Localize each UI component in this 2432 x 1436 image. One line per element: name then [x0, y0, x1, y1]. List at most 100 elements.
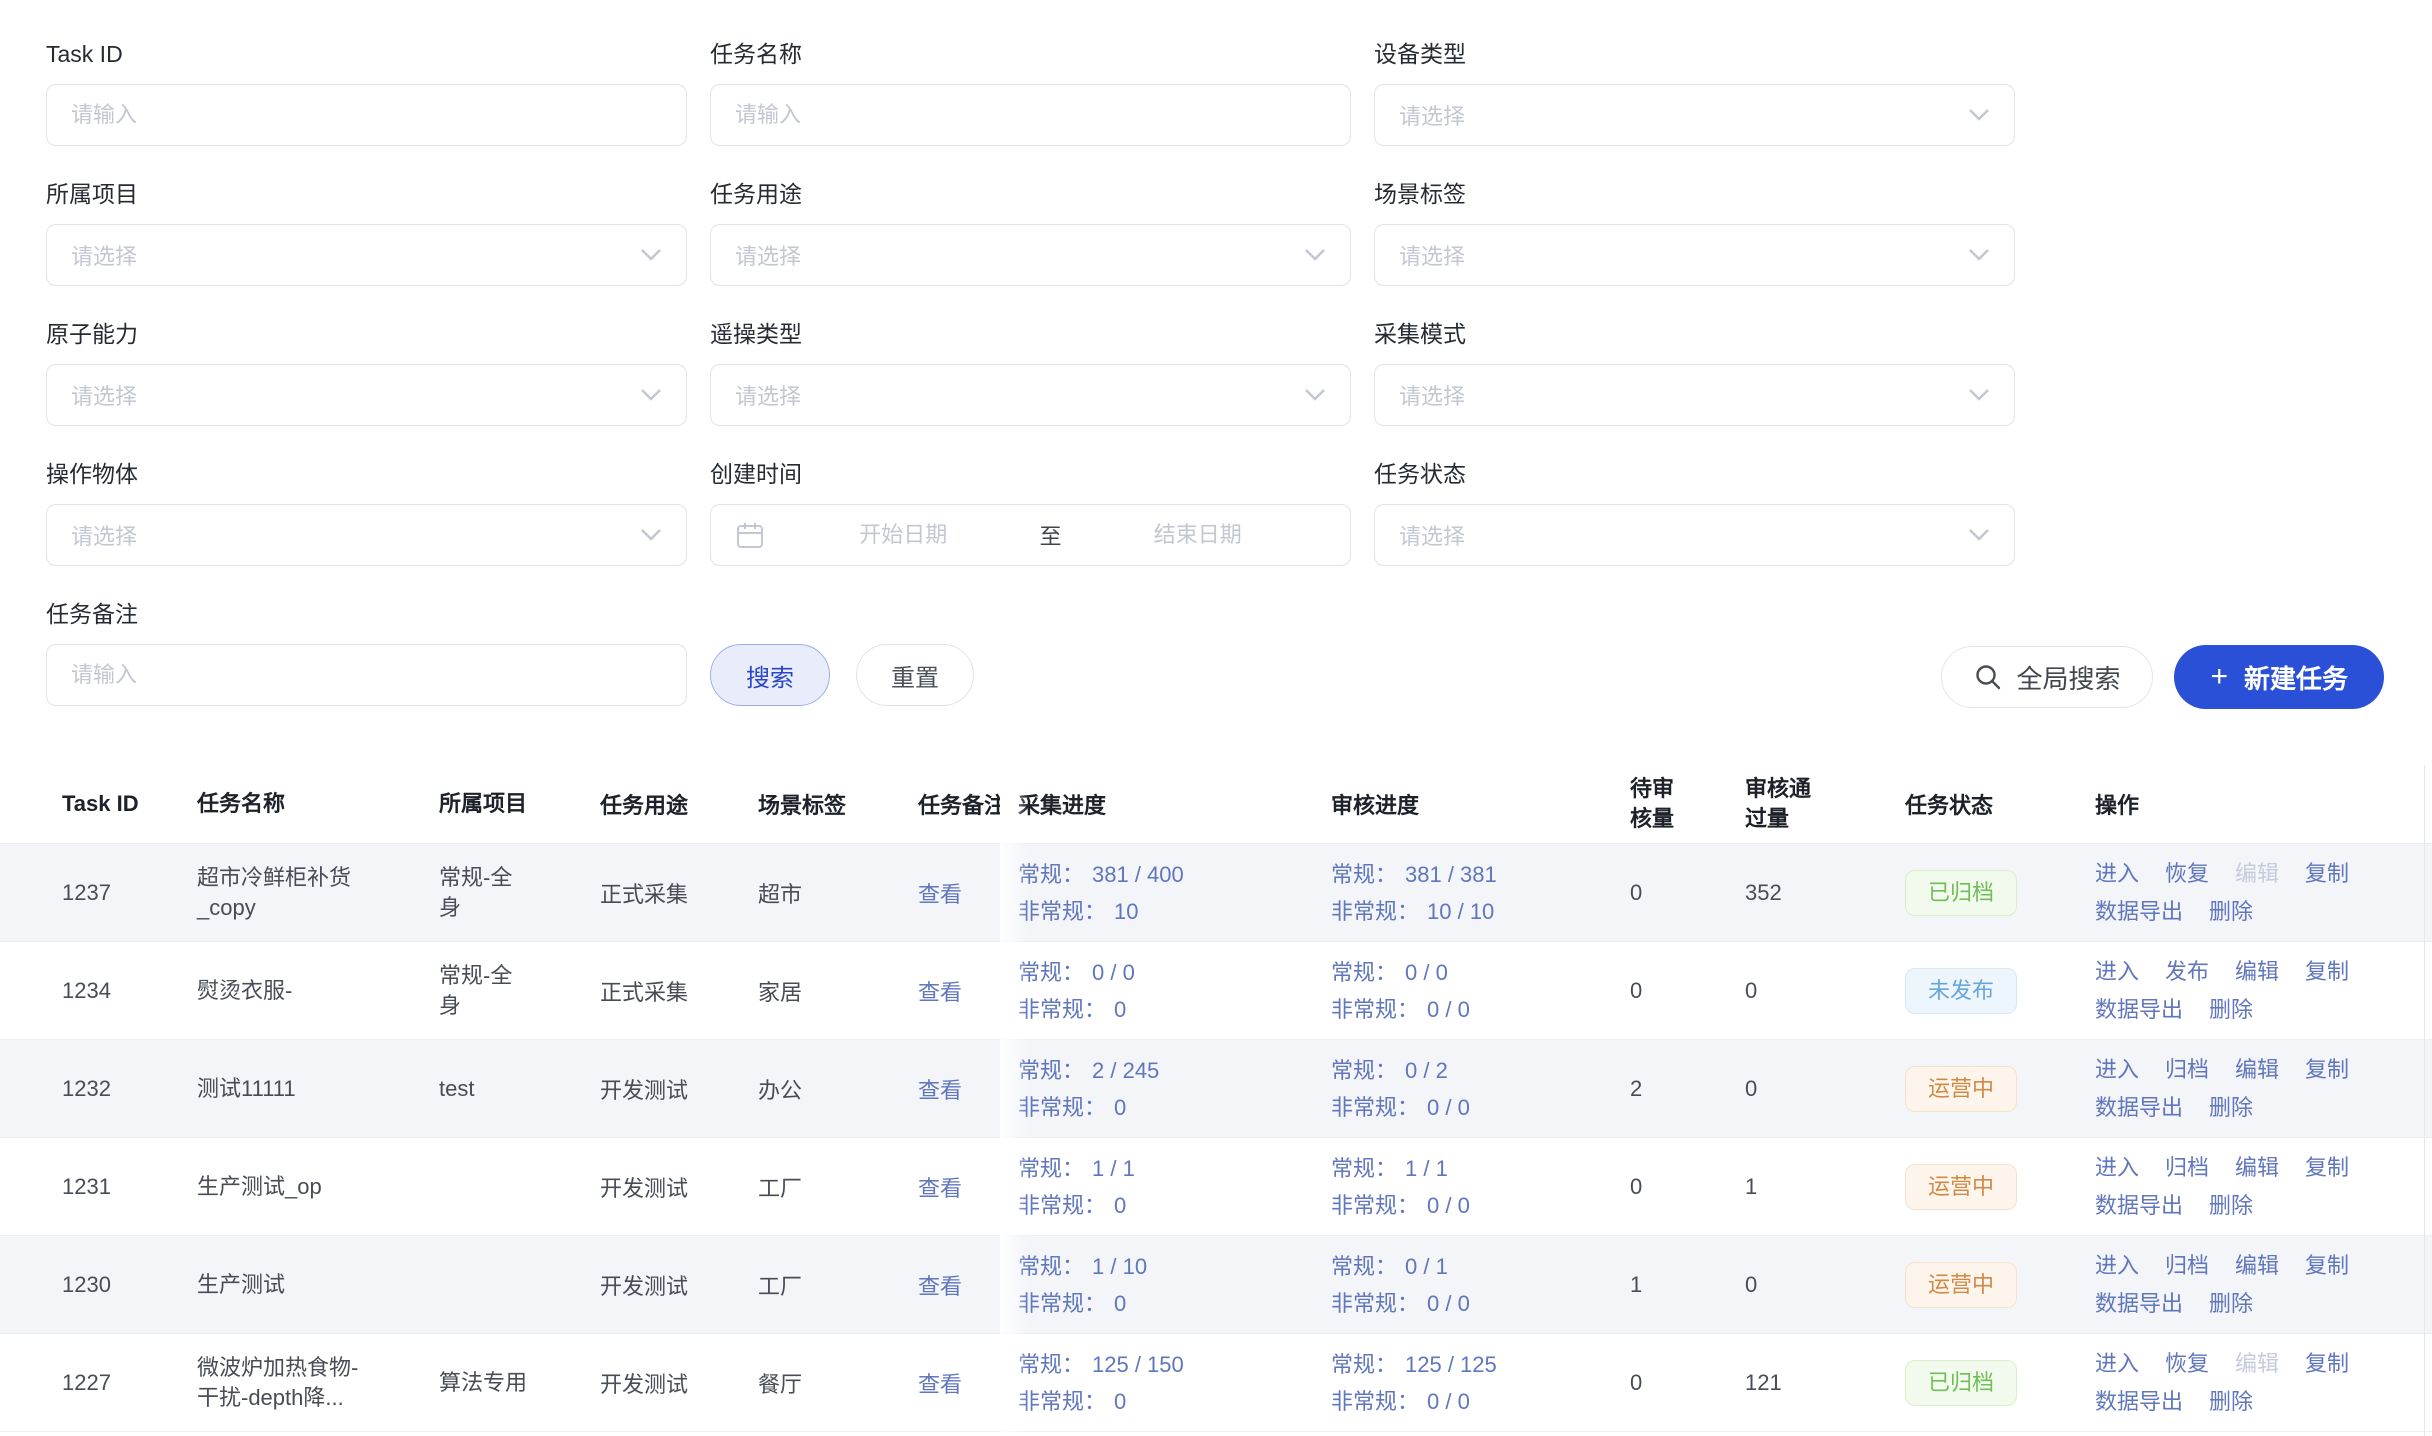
filter-label: 任务用途	[710, 180, 1351, 208]
restore-link[interactable]: 恢复	[2165, 861, 2209, 886]
enter-link[interactable]: 进入	[2095, 1057, 2139, 1082]
cell-pending: 0	[1630, 880, 1745, 906]
copy-link[interactable]: 复制	[2305, 861, 2349, 886]
irregular-label: 非常规：	[1331, 1193, 1419, 1218]
cell-approved: 0	[1745, 978, 1905, 1004]
view-remark-link[interactable]: 查看	[918, 1176, 962, 1201]
restore-link[interactable]: 恢复	[2165, 1351, 2209, 1376]
filter-collect-mode: 采集模式 请选择	[1374, 320, 2015, 426]
select-placeholder: 请选择	[71, 379, 640, 411]
enter-link[interactable]: 进入	[2095, 1155, 2139, 1180]
cell-project: 常规-全身	[439, 961, 600, 1021]
cell-actions: 进入 发布 编辑 复制 数据导出 删除	[2095, 953, 2432, 1029]
copy-link[interactable]: 复制	[2305, 959, 2349, 984]
delete-link[interactable]: 删除	[2209, 997, 2253, 1022]
edit-link[interactable]: 编辑	[2235, 1351, 2279, 1376]
irregular-label: 非常规：	[1018, 1389, 1106, 1414]
select-placeholder: 请选择	[1399, 239, 1968, 271]
cell-approved: 352	[1745, 880, 1905, 906]
col-review-progress: 审核进度	[1331, 788, 1630, 820]
export-link[interactable]: 数据导出	[2095, 997, 2183, 1022]
chevron-down-icon	[640, 528, 662, 542]
enter-link[interactable]: 进入	[2095, 1351, 2139, 1376]
cell-collect-progress: 常规：1 / 10 非常规：0	[1018, 1248, 1331, 1322]
scrollbar-track-line[interactable]	[2424, 765, 2425, 1436]
edit-link[interactable]: 编辑	[2235, 1253, 2279, 1278]
copy-link[interactable]: 复制	[2305, 1253, 2349, 1278]
archive-link[interactable]: 归档	[2165, 1057, 2209, 1082]
atomic-capability-select[interactable]: 请选择	[46, 364, 687, 426]
view-remark-link[interactable]: 查看	[918, 882, 962, 907]
cell-purpose: 开发测试	[600, 1269, 758, 1301]
archive-link[interactable]: 归档	[2165, 1155, 2209, 1180]
task-name-input[interactable]	[735, 102, 1326, 128]
export-link[interactable]: 数据导出	[2095, 1095, 2183, 1120]
view-remark-link[interactable]: 查看	[918, 980, 962, 1005]
teleop-type-select[interactable]: 请选择	[710, 364, 1351, 426]
cell-actions: 进入 归档 编辑 复制 数据导出 删除	[2095, 1149, 2432, 1225]
operate-object-select[interactable]: 请选择	[46, 504, 687, 566]
filter-label: 所属项目	[46, 180, 687, 208]
edit-link[interactable]: 编辑	[2235, 959, 2279, 984]
filter-task-name: 任务名称	[710, 40, 1351, 146]
export-link[interactable]: 数据导出	[2095, 899, 2183, 924]
export-link[interactable]: 数据导出	[2095, 1193, 2183, 1218]
task-id-input[interactable]	[71, 102, 662, 128]
delete-link[interactable]: 删除	[2209, 1291, 2253, 1316]
edit-link[interactable]: 编辑	[2235, 1155, 2279, 1180]
global-search-button[interactable]: 全局搜索	[1941, 646, 2153, 708]
delete-link[interactable]: 删除	[2209, 899, 2253, 924]
irregular-label: 非常规：	[1331, 1291, 1419, 1316]
enter-link[interactable]: 进入	[2095, 1253, 2139, 1278]
export-link[interactable]: 数据导出	[2095, 1291, 2183, 1316]
delete-link[interactable]: 删除	[2209, 1193, 2253, 1218]
regular-label: 常规：	[1018, 960, 1084, 985]
task-table: Task ID 任务名称 所属项目 任务用途 场景标签 任务备注 采集进度 审核…	[0, 764, 2432, 1432]
start-date-input[interactable]	[775, 522, 1032, 548]
view-remark-link[interactable]: 查看	[918, 1274, 962, 1299]
cell-task-id: 1237	[0, 880, 197, 906]
export-link[interactable]: 数据导出	[2095, 1389, 2183, 1414]
purpose-select[interactable]: 请选择	[710, 224, 1351, 286]
filter-form: Task ID 任务名称 设备类型 请选择 所属项目 请选择 任务用途 请选择	[0, 0, 2432, 706]
task-remark-input[interactable]	[71, 662, 662, 688]
cell-task-id: 1234	[0, 978, 197, 1004]
new-task-button[interactable]: + 新建任务	[2174, 645, 2384, 709]
task-status-select[interactable]: 请选择	[1374, 504, 2015, 566]
edit-link[interactable]: 编辑	[2235, 861, 2279, 886]
view-remark-link[interactable]: 查看	[918, 1078, 962, 1103]
publish-link[interactable]: 发布	[2165, 959, 2209, 984]
delete-link[interactable]: 删除	[2209, 1095, 2253, 1120]
edit-link[interactable]: 编辑	[2235, 1057, 2279, 1082]
regular-label: 常规：	[1331, 1352, 1397, 1377]
copy-link[interactable]: 复制	[2305, 1057, 2349, 1082]
filter-atomic-capability: 原子能力 请选择	[46, 320, 687, 426]
irregular-value: 0 / 0	[1427, 1389, 1470, 1414]
copy-link[interactable]: 复制	[2305, 1351, 2349, 1376]
view-remark-link[interactable]: 查看	[918, 1372, 962, 1397]
device-type-select[interactable]: 请选择	[1374, 84, 2015, 146]
regular-value: 0 / 1	[1405, 1254, 1448, 1279]
calendar-icon	[735, 520, 765, 550]
col-task-id: Task ID	[0, 791, 197, 817]
collect-mode-select[interactable]: 请选择	[1374, 364, 2015, 426]
regular-label: 常规：	[1331, 1058, 1397, 1083]
search-button[interactable]: 搜索	[710, 644, 830, 706]
reset-button[interactable]: 重置	[856, 644, 974, 706]
scene-tag-select[interactable]: 请选择	[1374, 224, 2015, 286]
cell-task-name: 微波炉加热食物-干扰-depth降...	[197, 1353, 439, 1413]
cell-approved: 121	[1745, 1370, 1905, 1396]
delete-link[interactable]: 删除	[2209, 1389, 2253, 1414]
copy-link[interactable]: 复制	[2305, 1155, 2349, 1180]
enter-link[interactable]: 进入	[2095, 861, 2139, 886]
archive-link[interactable]: 归档	[2165, 1253, 2209, 1278]
enter-link[interactable]: 进入	[2095, 959, 2139, 984]
end-date-input[interactable]	[1070, 522, 1327, 548]
regular-label: 常规：	[1018, 862, 1084, 887]
cell-scene: 工厂	[758, 1269, 918, 1301]
project-select[interactable]: 请选择	[46, 224, 687, 286]
date-range-picker[interactable]: 至	[710, 504, 1351, 566]
regular-label: 常规：	[1331, 862, 1397, 887]
plus-icon: +	[2210, 662, 2228, 692]
cell-collect-progress: 常规：2 / 245 非常规：0	[1018, 1052, 1331, 1126]
